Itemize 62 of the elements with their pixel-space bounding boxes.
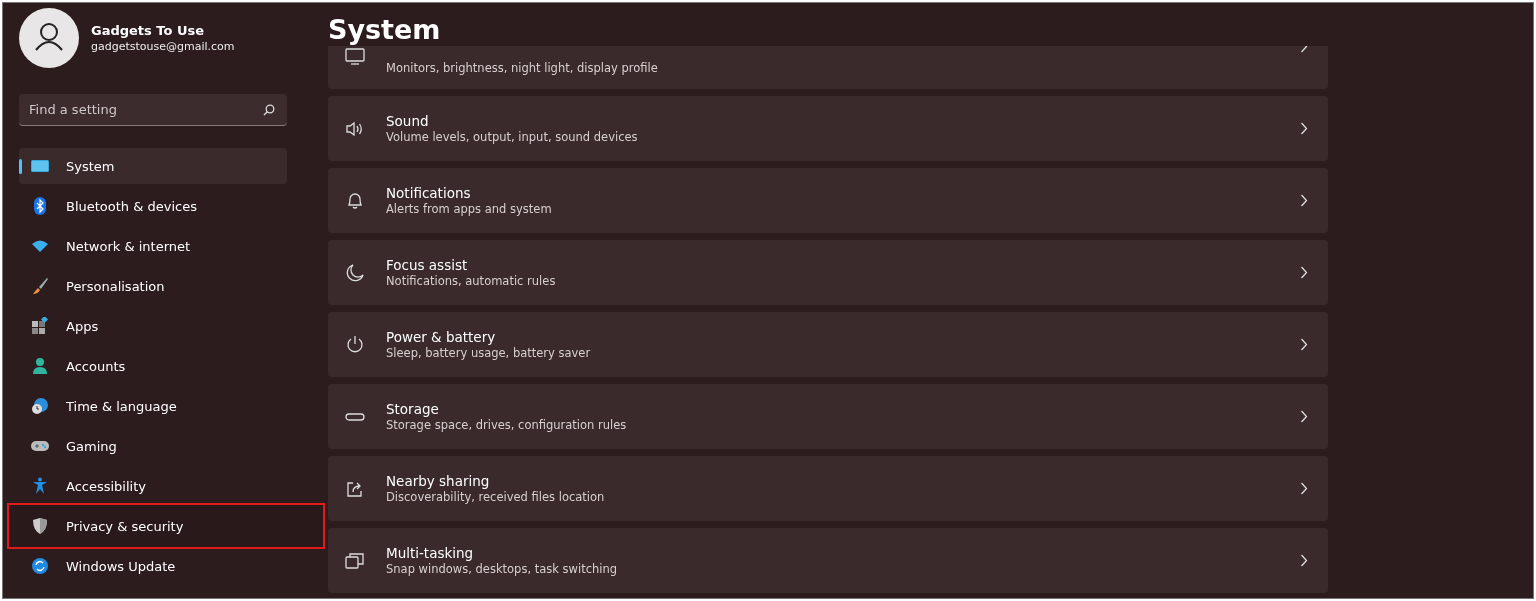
card-title: Multi-tasking xyxy=(386,545,475,561)
settings-card[interactable]: Power & battery Sleep, battery usage, battery saver xyxy=(328,312,1328,377)
card-title: Notifications xyxy=(386,185,472,201)
settings-card[interactable]: Storage Storage space, drives, configuration rules xyxy=(328,384,1328,449)
card-title: Power & battery xyxy=(386,329,497,345)
nav-item[interactable]: Personalisation xyxy=(19,268,287,304)
settings-card[interactable]: Notifications Alerts from apps and system xyxy=(328,168,1328,233)
moon-icon xyxy=(345,262,365,283)
card-title: Sound xyxy=(386,113,430,129)
card-title: Focus assist xyxy=(386,257,469,273)
page-title: System xyxy=(328,13,442,46)
bell-icon xyxy=(345,190,365,211)
search-icon xyxy=(263,104,275,116)
settings-card[interactable]: Sound Volume levels, output, input, sound devices xyxy=(328,96,1328,161)
nav-item[interactable]: System xyxy=(19,148,287,184)
globe-clock-icon xyxy=(31,397,49,415)
nav-item[interactable]: Windows Update xyxy=(19,548,287,584)
nav-item[interactable]: Bluetooth & devices xyxy=(19,188,287,224)
account-email: gadgetstouse@gmail.com xyxy=(91,40,235,53)
nav-item[interactable]: Network & internet xyxy=(19,228,287,264)
settings-card[interactable]: Monitors, brightness, night light, display profile xyxy=(328,46,1328,89)
card-subtitle: Notifications, automatic rules xyxy=(386,274,557,288)
refresh-icon xyxy=(31,557,49,575)
accessibility-icon xyxy=(31,477,49,495)
account-name: Gadgets To Use xyxy=(91,23,206,38)
bluetooth-icon xyxy=(31,197,49,215)
chevron-icon xyxy=(1300,266,1308,279)
power-icon xyxy=(345,334,365,355)
chevron-icon xyxy=(1300,410,1308,423)
chevron-icon xyxy=(1300,554,1308,567)
apps-icon xyxy=(31,317,49,335)
card-title: Storage xyxy=(386,401,440,417)
person-icon xyxy=(31,357,49,375)
monitor-icon xyxy=(345,47,365,67)
shield-icon xyxy=(31,517,49,535)
card-title: Nearby sharing xyxy=(386,473,491,489)
windows-icon xyxy=(345,550,365,571)
nav-item[interactable]: Apps xyxy=(19,308,287,344)
card-subtitle: Snap windows, desktops, task switching xyxy=(386,562,619,576)
nav-item[interactable]: Accessibility xyxy=(19,468,287,504)
avatar xyxy=(19,8,79,68)
settings-card[interactable]: Focus assist Notifications, automatic rules xyxy=(328,240,1328,305)
brush-icon xyxy=(31,277,49,295)
nav-item[interactable]: Gaming xyxy=(19,428,287,464)
card-subtitle: Storage space, drives, configuration rules xyxy=(386,418,628,432)
nav-item[interactable]: Accounts xyxy=(19,348,287,384)
chevron-icon xyxy=(1300,482,1308,495)
card-subtitle: Discoverability, received files location xyxy=(386,490,606,504)
chevron-icon xyxy=(1300,194,1308,207)
settings-card[interactable]: Nearby sharing Discoverability, received files location xyxy=(328,456,1328,521)
monitor-icon xyxy=(31,157,49,175)
nav-item[interactable]: Privacy & security xyxy=(7,503,325,549)
search-field[interactable]: Find a setting xyxy=(19,94,287,126)
nav-item[interactable]: Time & language xyxy=(19,388,287,424)
chevron-icon xyxy=(1300,122,1308,135)
selection-indicator xyxy=(19,159,22,174)
card-subtitle: Monitors, brightness, night light, display profile xyxy=(386,61,659,75)
settings-card[interactable]: Multi-tasking Snap windows, desktops, task switching xyxy=(328,528,1328,593)
chevron-icon xyxy=(1300,338,1308,351)
card-subtitle: Alerts from apps and system xyxy=(386,202,553,216)
card-subtitle: Sleep, battery usage, battery saver xyxy=(386,346,592,360)
card-subtitle: Volume levels, output, input, sound devices xyxy=(386,130,639,144)
